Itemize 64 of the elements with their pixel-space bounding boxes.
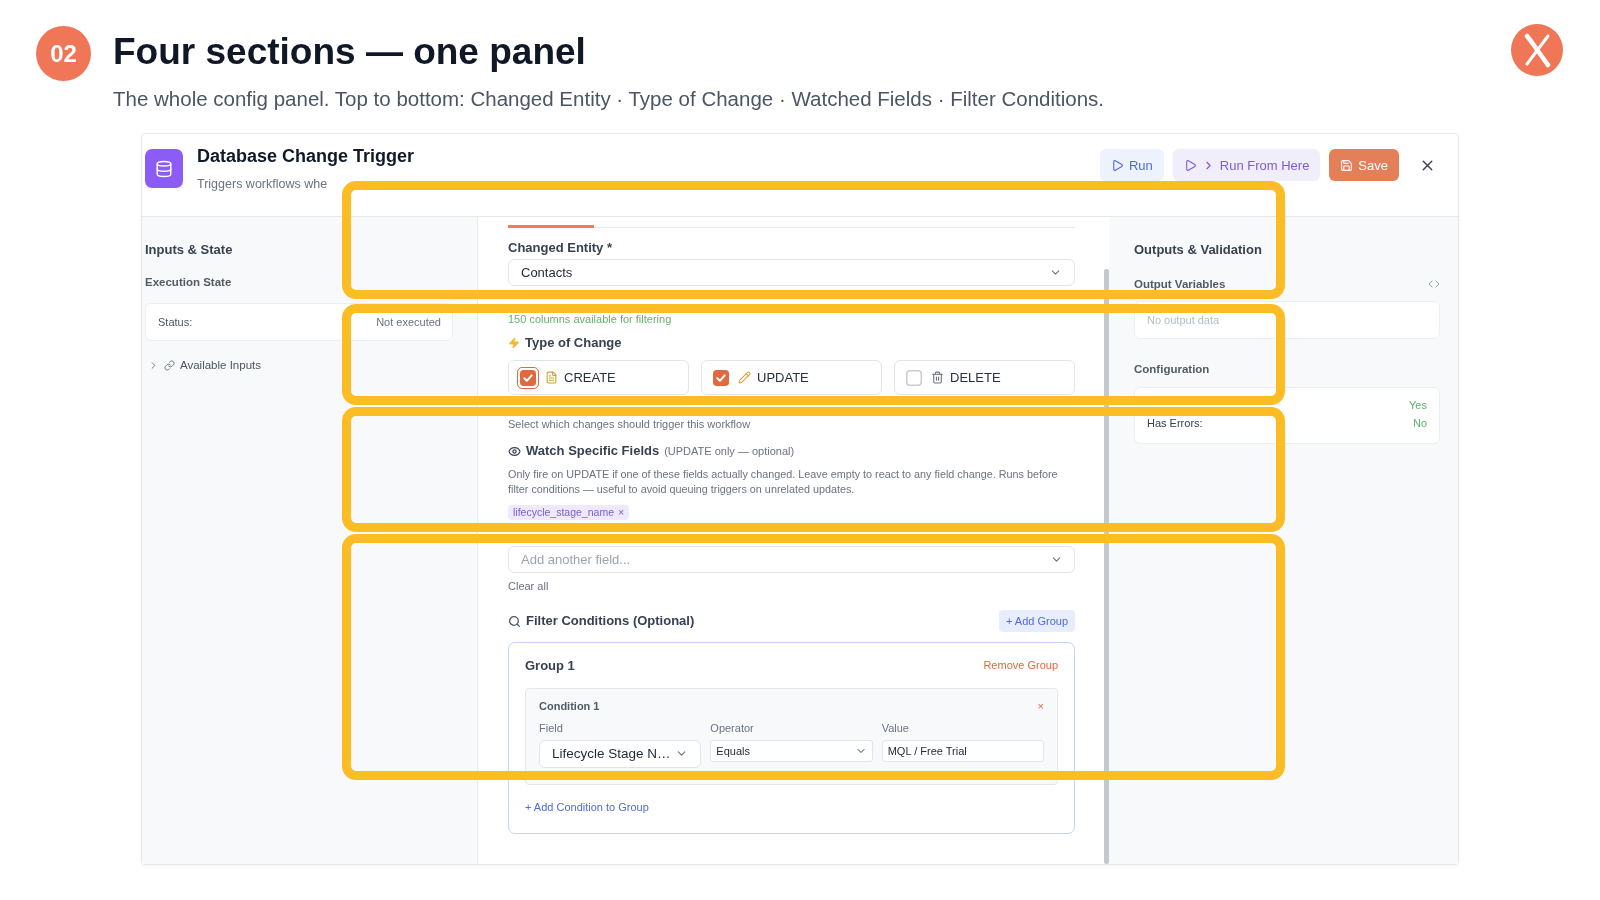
help-text: Select which changes should trigger this workflow bbox=[508, 417, 752, 431]
section-title: Watch Specific Fields bbox=[526, 443, 660, 459]
add-field-select[interactable]: Add another field... bbox=[508, 546, 1075, 573]
pencil-icon bbox=[738, 371, 751, 384]
link-icon bbox=[164, 359, 175, 371]
checkbox[interactable] bbox=[906, 369, 922, 386]
section-note: (UPDATE only — optional) bbox=[664, 444, 795, 459]
remove-group-link[interactable]: Remove Group bbox=[983, 657, 1058, 672]
slide-subtitle: The whole config panel. Top to bottom: Changed Entity · Type of Change · Watched Fields · Filter Conditions. bbox=[113, 87, 1104, 111]
group-title: Group 1 bbox=[525, 657, 575, 674]
trash-icon bbox=[931, 371, 944, 384]
section-description: Only fire on UPDATE if one of these fields actually changed. Leave empty to react to any field change. Runs before filter conditions — useful to avoid queuing triggers on unrelated updates. bbox=[508, 467, 1059, 497]
condition-title: Condition 1 bbox=[539, 698, 600, 713]
section-title: Type of Change bbox=[525, 335, 622, 351]
section-title: Filter Conditions (Optional) bbox=[526, 613, 695, 629]
tag-label: lifecycle_stage_name bbox=[513, 506, 614, 519]
eye-icon bbox=[508, 444, 521, 458]
code-icon[interactable] bbox=[1428, 278, 1440, 290]
document-icon bbox=[545, 371, 558, 384]
add-group-button[interactable]: + Add Group bbox=[998, 610, 1075, 632]
remove-condition-button[interactable]: × bbox=[1037, 698, 1044, 713]
column-title: Inputs & State bbox=[145, 242, 234, 258]
status-value: Not executed bbox=[376, 315, 441, 329]
column-title: Outputs & Validation bbox=[1134, 242, 1263, 258]
field-label: Value bbox=[881, 720, 910, 735]
field-label: Operator bbox=[710, 720, 755, 735]
entity-select[interactable]: Contacts bbox=[508, 259, 1075, 286]
slide-number-badge: 02 bbox=[36, 26, 91, 81]
lightning-icon bbox=[508, 337, 520, 349]
play-icon bbox=[1110, 158, 1124, 172]
save-button[interactable]: Save bbox=[1329, 149, 1399, 181]
change-type-option[interactable]: DELETE bbox=[894, 360, 1075, 395]
change-type-option[interactable]: CREATE bbox=[508, 360, 689, 395]
save-icon bbox=[1340, 158, 1354, 172]
field-select[interactable]: Lifecycle Stage N… bbox=[539, 739, 702, 768]
run-from-here-button[interactable]: Run From Here bbox=[1172, 149, 1321, 181]
field-hint: 150 columns available for filtering bbox=[508, 313, 673, 326]
checkbox[interactable] bbox=[713, 369, 729, 386]
clear-all-link[interactable]: Clear all bbox=[508, 579, 549, 593]
run-button[interactable]: Run bbox=[1099, 149, 1164, 181]
change-type-option[interactable]: UPDATE bbox=[701, 360, 882, 395]
operator-select[interactable]: Equals bbox=[710, 739, 873, 762]
config-label: Has Errors: bbox=[1147, 416, 1203, 430]
config-value: No bbox=[1412, 416, 1427, 430]
config-value: Yes bbox=[1409, 398, 1427, 412]
value-input[interactable]: MQL / Free Trial bbox=[881, 739, 1044, 762]
logo-icon bbox=[1511, 24, 1563, 76]
panel-subtitle: Triggers workflows whe bbox=[197, 176, 329, 192]
tag-remove-button[interactable]: × bbox=[618, 506, 625, 519]
search-icon bbox=[508, 614, 521, 628]
field-label: Changed Entity * bbox=[508, 240, 613, 256]
panel-title: Database Change Trigger bbox=[197, 145, 415, 167]
section-label: Output Variables bbox=[1134, 277, 1226, 291]
scrollbar-thumb[interactable] bbox=[1104, 269, 1109, 864]
section-label: Execution State bbox=[145, 275, 233, 289]
field-label: Field bbox=[539, 720, 564, 735]
add-condition-link[interactable]: + Add Condition to Group bbox=[525, 799, 649, 814]
database-icon bbox=[145, 149, 183, 188]
play-icon bbox=[1183, 158, 1197, 172]
available-inputs-toggle[interactable]: Available Inputs bbox=[145, 357, 261, 373]
slide-title: Four sections — one panel bbox=[113, 30, 587, 74]
section-label: Configuration bbox=[1134, 362, 1211, 376]
status-label: Status: bbox=[158, 315, 193, 329]
empty-message: No output data bbox=[1147, 313, 1220, 327]
